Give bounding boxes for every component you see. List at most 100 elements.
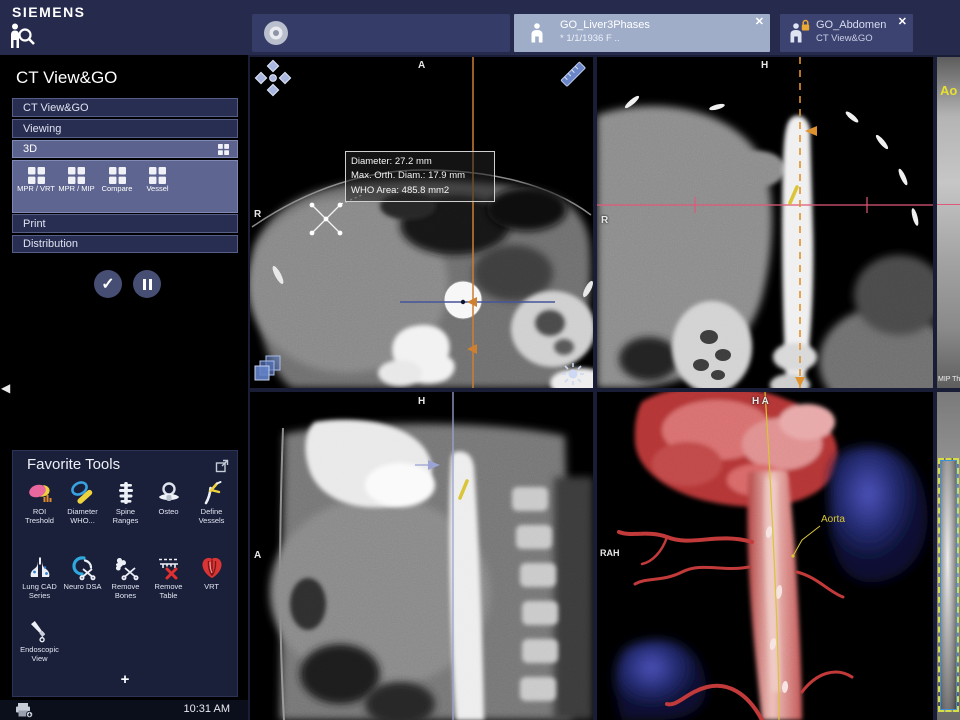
clock-time: 10:31 AM [184,703,230,715]
favorite-tools-title: Favorite Tools [27,456,120,473]
pause-icon [143,279,152,290]
ct-axial-image [250,57,593,388]
menu-item-3d-label: 3D [23,143,37,155]
tool-row: ROI Treshold Diameter WHO... [18,479,233,525]
ct-coronal-image [597,57,933,388]
orientation-label-left: R [254,209,261,220]
patient-browser-button[interactable] [252,14,510,52]
tab-subtitle: CT View&GO [816,33,873,44]
pan-navigator-icon[interactable] [254,59,292,97]
viewport-curved-mpr-bottom[interactable] [937,392,960,720]
sidebar-collapse-arrow[interactable]: ◀ [1,381,10,395]
layout-grid-icon [68,167,85,184]
tool-label: Endoscopic View [18,645,61,663]
patient-tab-liver3phases[interactable]: GO_Liver3Phases * 1/1/1936 F .. ✕ [514,14,770,52]
tool-label: Lung CAD Series [18,582,61,600]
viewport-grid: A R Diameter: 27.2 mm Max. Orth. Diam.: … [248,55,960,720]
layout-grid-icon [218,144,229,155]
diameter-who-icon [70,480,96,506]
confirm-button[interactable]: ✓ [94,270,122,298]
pause-button[interactable] [133,270,161,298]
sidebar: CT View&GO CT View&GO Viewing 3D MPR / V… [0,55,248,700]
patient-tab-abdomen[interactable]: GO_Abdomen CT View&GO ✕ [780,14,913,52]
remove-table-icon [156,555,182,581]
viewport-curved-mpr-top[interactable]: Ao MIP Th [937,57,960,388]
tool-row: Endoscopic View [18,617,61,663]
tool-remove-table[interactable]: Remove Table [147,554,190,600]
menu-item-ct-viewgo[interactable]: CT View&GO [12,98,238,117]
siemens-logo: SIEMENS [12,4,86,20]
tool-endoscopic-view[interactable]: Endoscopic View [18,617,61,663]
selected-segment-inner-border [940,460,957,710]
viewport-axial[interactable]: A R Diameter: 27.2 mm Max. Orth. Diam.: … [250,57,593,388]
layout-mpr-vrt-button[interactable]: MPR / VRT [16,165,56,212]
neuro-dsa-icon [70,555,96,581]
patient-search-icon[interactable] [8,21,38,51]
printer-icon[interactable] [14,702,34,718]
tool-roi-threshold[interactable]: ROI Treshold [18,479,61,525]
layout-options-panel: MPR / VRT MPR / MIP Compare Vessel [12,160,238,213]
measurement-line: Diameter: 27.2 mm [351,155,489,169]
tool-osteo[interactable]: Osteo [147,479,190,525]
add-tool-button[interactable]: + [13,671,237,688]
lock-icon [800,19,811,32]
mip-mode-label: MIP Th [938,376,960,383]
viewport-coronal[interactable]: H R [597,57,933,388]
layout-grid-icon [149,167,166,184]
layout-mpr-mip-button[interactable]: MPR / MIP [57,165,97,212]
menu-item-distribution[interactable]: Distribution [12,235,238,253]
layout-label: Compare [97,185,137,194]
tool-remove-bones[interactable]: Remove Bones [104,554,147,600]
layout-grid-icon [109,167,126,184]
ruler-tool-icon[interactable] [556,59,590,89]
measurement-annotation[interactable]: Diameter: 27.2 mm Max. Orth. Diam.: 17.9… [345,151,495,202]
tab-title: GO_Liver3Phases [560,19,650,31]
tool-neuro-dsa[interactable]: Neuro DSA [61,554,104,600]
orientation-label-left: RAH [600,548,620,558]
layout-label: MPR / VRT [16,185,56,194]
selected-segment-box [938,458,959,712]
viewport-vrt-3d[interactable]: H A RAH Aorta [597,392,933,720]
layout-compare-button[interactable]: Compare [97,165,137,212]
roi-threshold-icon [27,480,53,506]
windowing-brightness-icon[interactable] [560,361,586,387]
application-window: SIEMENS GO_Liver3Phases * 1/1/1936 F .. … [0,0,960,720]
menu-item-viewing[interactable]: Viewing [12,119,238,138]
tab-close-icon[interactable]: ✕ [898,15,907,28]
reference-line [937,204,960,205]
tool-define-vessels[interactable]: Define Vessels [190,479,233,525]
tool-label: Define Vessels [190,507,233,525]
tool-vrt[interactable]: VRT [190,554,233,600]
measurement-line: Max. Orth. Diam.: 17.9 mm [351,169,489,183]
menu-item-3d[interactable]: 3D [12,140,238,158]
orientation-label-left: A [254,550,261,561]
tool-label: VRT [190,582,233,591]
status-bar: 10:31 AM [0,700,248,720]
define-vessels-icon [199,480,225,506]
viewport-sagittal[interactable]: H A [250,392,593,720]
tool-spine-ranges[interactable]: Spine Ranges [104,479,147,525]
undock-panel-icon[interactable] [215,459,229,473]
aorta-annotation-label[interactable]: Aorta [821,514,845,525]
tool-row: Lung CAD Series Neuro DSA [18,554,233,600]
spine-ranges-icon [113,480,139,506]
tool-diameter-who[interactable]: Diameter WHO... [61,479,104,525]
favorite-tools-panel: Favorite Tools ROI Treshold [12,450,238,697]
tool-label: ROI Treshold [18,507,61,525]
menu-item-print[interactable]: Print [12,214,238,233]
series-stack-icon[interactable] [254,355,284,383]
tool-label: Neuro DSA [61,582,104,591]
layout-label: MPR / MIP [57,185,97,194]
tab-close-icon[interactable]: ✕ [755,15,764,28]
tool-label: Spine Ranges [104,507,147,525]
top-bar: SIEMENS GO_Liver3Phases * 1/1/1936 F .. … [0,0,960,55]
orientation-label-top: A [418,60,425,71]
page-title: CT View&GO [16,68,117,88]
tool-label: Osteo [147,507,190,516]
tool-lung-cad-series[interactable]: Lung CAD Series [18,554,61,600]
layout-vessel-button[interactable]: Vessel [138,165,178,212]
vessel-label: Ao [940,83,957,98]
layout-grid-icon [28,167,45,184]
measurement-line: WHO Area: 485.8 mm2 [351,184,489,198]
tool-label: Remove Table [147,582,190,600]
